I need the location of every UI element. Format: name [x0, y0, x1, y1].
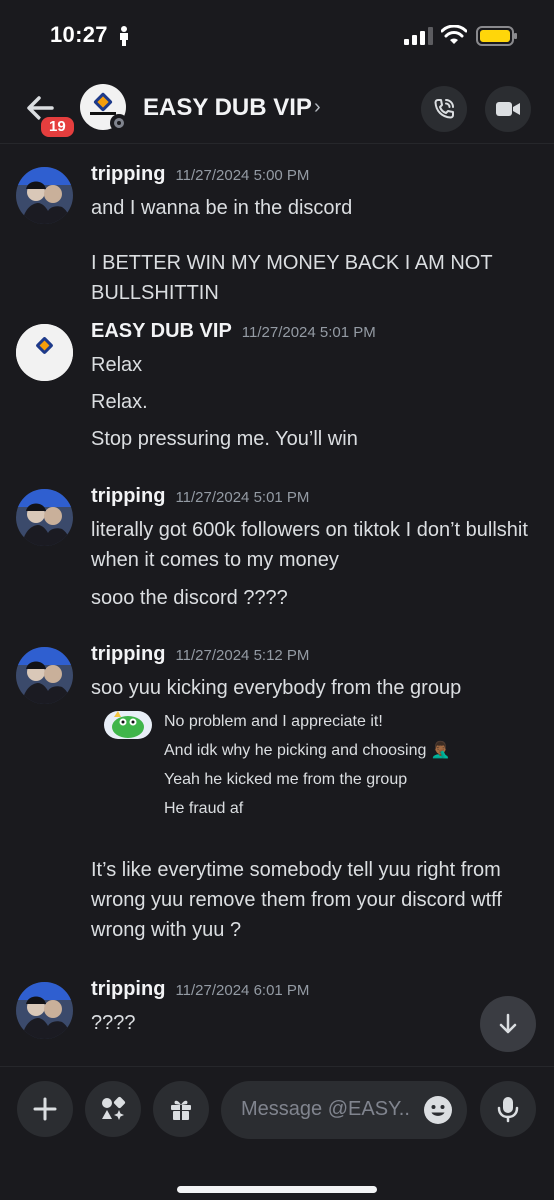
offline-status-icon	[110, 114, 128, 132]
message-text: Relax	[91, 354, 143, 376]
user-photo-icon	[16, 489, 73, 546]
message-composer: Message @EASY..	[0, 1066, 554, 1200]
quoted-text: No problem and I appreciate it!	[164, 713, 383, 730]
video-camera-icon	[496, 102, 520, 116]
message-timestamp: 11/27/2024 6:01 PM	[175, 982, 310, 999]
message-author[interactable]: EASY DUB VIP	[91, 320, 232, 342]
arrow-down-icon	[499, 1013, 517, 1034]
message-author[interactable]: tripping	[91, 643, 165, 665]
quoted-text: Yeah he kicked me from the group	[164, 771, 408, 788]
avatar[interactable]	[16, 489, 73, 546]
message-text: I BETTER WIN MY MONEY BACK I AM NOT BULL…	[91, 252, 493, 304]
voice-call-button[interactable]	[421, 86, 467, 132]
cellular-signal-icon	[404, 27, 433, 45]
message-timestamp: 11/27/2024 5:00 PM	[175, 167, 310, 184]
gift-button[interactable]	[153, 1081, 209, 1137]
channel-title[interactable]: EASY DUB VIP	[143, 94, 312, 122]
avatar[interactable]	[16, 647, 73, 704]
avatar[interactable]	[16, 167, 73, 224]
message-text: soo yuu kicking everybody from the group	[91, 677, 462, 699]
home-indicator[interactable]	[177, 1186, 377, 1193]
message-text: It’s like everytime somebody tell yuu ri…	[91, 859, 502, 941]
message-timestamp: 11/27/2024 5:12 PM	[175, 647, 310, 664]
avatar[interactable]	[16, 324, 73, 381]
message-input[interactable]: Message @EASY..	[221, 1081, 467, 1139]
message-text: and I wanna be in the discord	[91, 197, 353, 219]
chevron-right-icon[interactable]: ›	[314, 96, 321, 119]
apps-icon	[102, 1096, 126, 1120]
voice-message-button[interactable]	[480, 1081, 536, 1137]
emoji-icon[interactable]	[423, 1095, 453, 1125]
plus-icon	[33, 1097, 57, 1121]
message-author[interactable]: tripping	[91, 978, 165, 1000]
jump-to-bottom-button[interactable]	[480, 996, 536, 1052]
easydub-logo-icon	[16, 324, 73, 381]
quoted-text: He fraud af	[164, 800, 244, 817]
message-text: sooo the discord ????	[91, 587, 288, 609]
battery-icon	[476, 26, 517, 46]
status-bar: 10:27	[0, 0, 554, 72]
user-photo-icon	[16, 647, 73, 704]
sticker-thumbnail-icon[interactable]	[104, 709, 152, 741]
wifi-icon	[441, 25, 467, 44]
video-call-button[interactable]	[485, 86, 531, 132]
user-photo-icon	[16, 982, 73, 1039]
message-input-placeholder: Message @EASY..	[241, 1098, 410, 1120]
quoted-text: And idk why he picking and choosing 🤦🏾‍♂…	[164, 742, 451, 759]
message-text: literally got 600k followers on tiktok I…	[91, 519, 528, 571]
channel-header: 19 EASY DUB VIP ›	[0, 72, 554, 144]
gift-icon	[171, 1100, 191, 1120]
phone-icon	[434, 99, 454, 119]
user-photo-icon	[16, 167, 73, 224]
apps-button[interactable]	[85, 1081, 141, 1137]
message-list[interactable]: tripping 11/27/2024 5:00 PM and I wanna b…	[0, 145, 554, 1065]
message-timestamp: 11/27/2024 5:01 PM	[241, 324, 376, 341]
microphone-icon	[497, 1097, 519, 1123]
status-time: 10:27	[50, 22, 108, 47]
message-text: ????	[91, 1012, 136, 1034]
message-author[interactable]: tripping	[91, 485, 165, 507]
attach-button[interactable]	[17, 1081, 73, 1137]
message-author[interactable]: tripping	[91, 163, 165, 185]
message-text: Stop pressuring me. You’ll win	[91, 428, 358, 450]
message-timestamp: 11/27/2024 5:01 PM	[175, 489, 310, 506]
unread-badge: 19	[38, 114, 77, 140]
person-icon	[120, 26, 128, 46]
message-text: Relax.	[91, 391, 148, 413]
avatar[interactable]	[16, 982, 73, 1039]
